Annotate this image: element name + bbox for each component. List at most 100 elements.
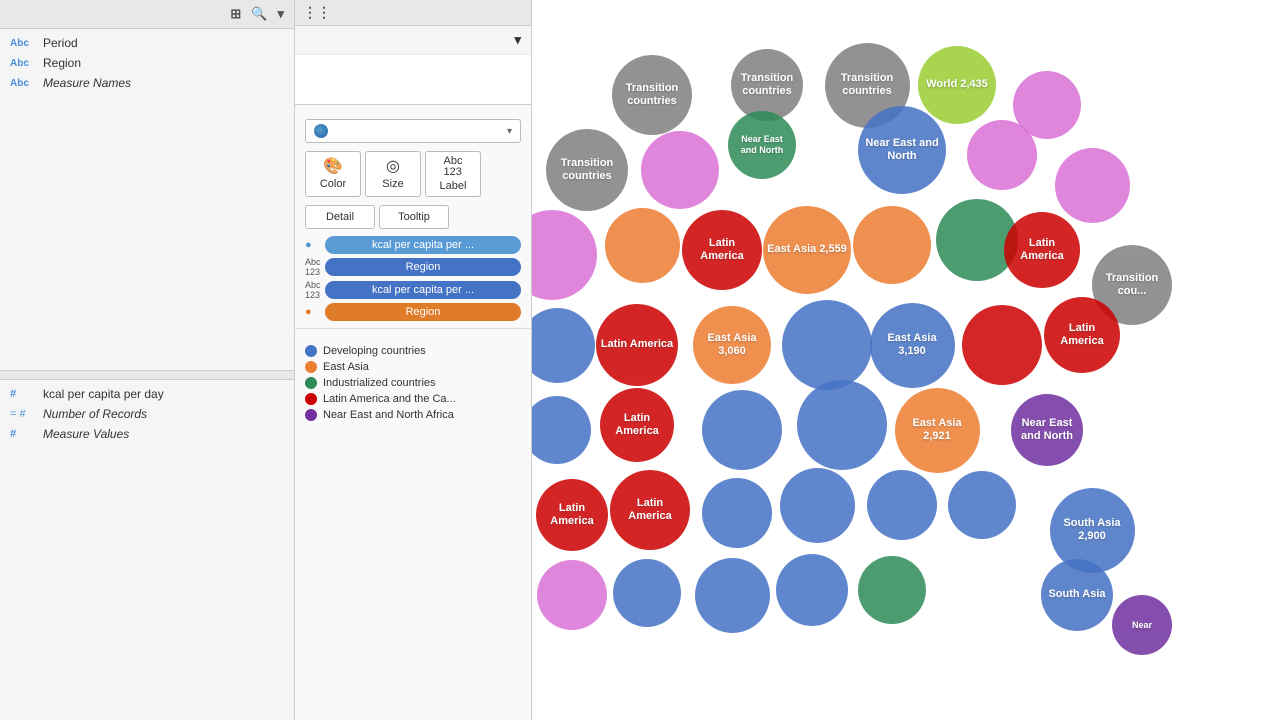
bubble[interactable] — [776, 554, 848, 626]
bubble-label: Latin America — [1044, 318, 1120, 352]
measures-header — [0, 370, 294, 380]
pill-row-2: Abc123 Region — [305, 257, 521, 277]
marks-header — [295, 105, 531, 115]
tooltip-button[interactable]: Tooltip — [379, 205, 449, 229]
bubble[interactable]: Near East and North — [1011, 394, 1083, 466]
legend-item[interactable]: Latin America and the Ca... — [305, 391, 521, 407]
bubble[interactable]: East Asia 2,921 — [895, 388, 980, 473]
bubble-label: Transition cou... — [1092, 268, 1172, 302]
marks-type-dropdown[interactable]: ▾ — [305, 119, 521, 143]
bubble[interactable]: Transition countries — [546, 129, 628, 211]
legend-item[interactable]: East Asia — [305, 359, 521, 375]
bubble[interactable] — [780, 468, 855, 543]
bubble[interactable]: South Asia — [1041, 559, 1113, 631]
bubble[interactable] — [605, 208, 680, 283]
marks-section: ▾ 🎨 Color ◎ Size Abc123 Label Detail Too… — [295, 105, 531, 328]
bubble-label: Latin America — [682, 233, 762, 267]
bubble[interactable] — [797, 380, 887, 470]
legend-item[interactable]: Near East and North Africa — [305, 407, 521, 423]
dim-type: Abc — [10, 58, 38, 69]
pill-2-type-icon: Abc123 — [305, 257, 321, 277]
bubble[interactable]: Latin America — [1004, 212, 1080, 288]
bubble[interactable] — [532, 396, 591, 464]
bubble[interactable] — [702, 478, 772, 548]
bubble-label: Near — [1128, 616, 1156, 635]
search-icon[interactable]: 🔍 — [249, 4, 269, 24]
bubble[interactable] — [532, 308, 595, 383]
bubble[interactable] — [1055, 148, 1130, 223]
bubble[interactable]: Near East and North — [858, 106, 946, 194]
pill-4[interactable]: Region — [325, 303, 521, 321]
filters-body — [295, 54, 531, 104]
measure-label: Number of Records — [43, 407, 147, 421]
bubble[interactable] — [641, 131, 719, 209]
bubble[interactable] — [948, 471, 1016, 539]
bubble[interactable]: Near East and North — [728, 111, 796, 179]
label-button[interactable]: Abc123 Label — [425, 151, 481, 197]
detail-button[interactable]: Detail — [305, 205, 375, 229]
dimension-item[interactable]: AbcPeriod — [0, 33, 294, 53]
pill-row-4: ● Region — [305, 303, 521, 321]
region-legend-section: Developing countriesEast AsiaIndustriali… — [295, 328, 531, 431]
bubble-label: World 2,435 — [922, 74, 992, 95]
bubble[interactable]: Latin America — [596, 304, 678, 386]
measure-label: kcal per capita per day — [43, 387, 164, 401]
grid-icon[interactable]: ⊞ — [228, 4, 243, 24]
circle-mark-icon — [314, 124, 328, 138]
bubble[interactable]: Latin America — [682, 210, 762, 290]
bubble[interactable]: Transition countries — [731, 49, 803, 121]
bubble[interactable]: East Asia 3,190 — [870, 303, 955, 388]
bubble[interactable]: Latin America — [610, 470, 690, 550]
pill-3[interactable]: kcal per capita per ... — [325, 281, 521, 299]
filters-header[interactable]: ▾ — [295, 26, 531, 54]
bubble[interactable] — [858, 556, 926, 624]
bubble[interactable]: Transition countries — [612, 55, 692, 135]
size-button[interactable]: ◎ Size — [365, 151, 421, 197]
dim-type: Abc — [10, 78, 38, 89]
measure-label: Measure Values — [43, 427, 129, 441]
bubble[interactable] — [695, 558, 770, 633]
bubble[interactable] — [853, 206, 931, 284]
bubble[interactable]: World 2,435 — [918, 46, 996, 124]
pill-1[interactable]: kcal per capita per ... — [325, 236, 521, 254]
bubble[interactable] — [702, 390, 782, 470]
bubble[interactable] — [537, 560, 607, 630]
color-icon: 🎨 — [323, 156, 343, 176]
pill-1-type-icon: ● — [305, 239, 321, 251]
rows-icon: ⋮⋮ — [303, 4, 331, 21]
bubble[interactable] — [613, 559, 681, 627]
bubble[interactable] — [532, 210, 597, 300]
marks-buttons-row: 🎨 Color ◎ Size Abc123 Label — [295, 147, 531, 201]
measure-item[interactable]: = # Number of Records — [0, 404, 294, 424]
bubble[interactable]: East Asia 3,060 — [693, 306, 771, 384]
bubble-label: East Asia 3,060 — [693, 328, 771, 362]
bubble[interactable]: Latin America — [1044, 297, 1120, 373]
bubble[interactable]: Near — [1112, 595, 1172, 655]
bubble[interactable]: Latin America — [600, 388, 674, 462]
bubble[interactable]: East Asia 2,559 — [763, 206, 851, 294]
bubble[interactable] — [867, 470, 937, 540]
bubble[interactable] — [782, 300, 872, 390]
bubble[interactable]: Latin America — [536, 479, 608, 551]
dimension-item[interactable]: AbcMeasure Names — [0, 73, 294, 93]
color-button[interactable]: 🎨 Color — [305, 151, 361, 197]
bubble[interactable]: South Asia 2,900 — [1050, 488, 1135, 573]
marks-buttons-row2: Detail Tooltip — [295, 201, 531, 233]
measures-list: #kcal per capita per day = # Number of Rec… — [0, 380, 294, 720]
dim-label: Region — [43, 56, 81, 70]
measure-item[interactable]: #kcal per capita per day — [0, 384, 294, 404]
bubble[interactable] — [967, 120, 1037, 190]
legend-color — [305, 377, 317, 389]
legend-label: Latin America and the Ca... — [323, 393, 456, 405]
bubble[interactable] — [962, 305, 1042, 385]
legend-item[interactable]: Developing countries — [305, 343, 521, 359]
chevron-icon[interactable]: ▾ — [275, 4, 286, 24]
dim-type: Abc — [10, 38, 38, 49]
dimensions-header-icons: ⊞ 🔍 ▾ — [228, 4, 286, 24]
legend-item[interactable]: Industrialized countries — [305, 375, 521, 391]
dimension-item[interactable]: Abc Region — [0, 53, 294, 73]
measure-type: = # — [10, 408, 38, 420]
pill-2[interactable]: Region — [325, 258, 521, 276]
bubble-label: Latin America — [597, 334, 677, 355]
measure-item[interactable]: #Measure Values — [0, 424, 294, 444]
